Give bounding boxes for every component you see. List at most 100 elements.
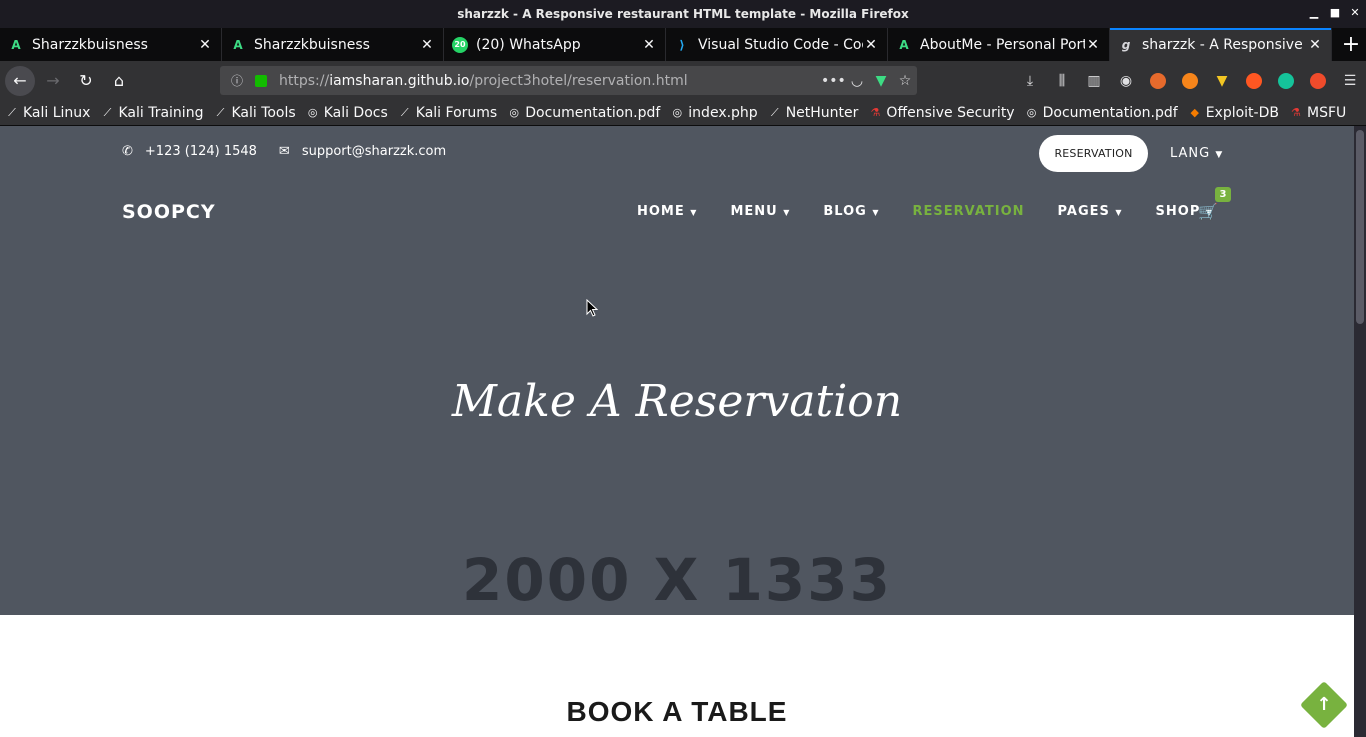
- window-title: sharzzk - A Responsive restaurant HTML t…: [457, 7, 909, 21]
- envelope-icon: ✉: [278, 144, 290, 159]
- library-icon[interactable]: ⫼: [1046, 73, 1078, 89]
- menu-icon[interactable]: ☰: [1334, 73, 1366, 89]
- caret-down-icon: ▼: [1115, 208, 1123, 217]
- globe-icon: ◎: [307, 106, 318, 119]
- extension-icon[interactable]: [1302, 72, 1334, 89]
- phone-icon: ✆: [122, 144, 133, 159]
- nav-item-reservation[interactable]: RESERVATION: [913, 204, 1025, 219]
- main-nav: HOME ▼ MENU ▼ BLOG ▼ RESERVATION PAGES ▼…: [637, 204, 1246, 219]
- android-studio-icon: A: [11, 37, 21, 52]
- tab-whatsapp[interactable]: 20 (20) WhatsApp ✕: [444, 28, 666, 61]
- offsec-icon: ⚗: [870, 106, 881, 119]
- caret-down-icon: ▼: [690, 208, 698, 217]
- kali-icon: ⟋: [400, 105, 409, 119]
- account-icon[interactable]: ◉: [1110, 73, 1142, 89]
- kali-icon: ⟋: [103, 105, 112, 119]
- bookmark-item[interactable]: ⚗ Offensive Security: [863, 105, 1019, 121]
- contact-info: ✆ +123 (124) 1548 ✉ support@sharzzk.com: [122, 144, 446, 159]
- window-titlebar: sharzzk - A Responsive restaurant HTML t…: [0, 0, 1366, 28]
- bookmark-item[interactable]: ◎ Documentation.pdf: [502, 105, 665, 121]
- bookmark-item[interactable]: ◎ Documentation.pdf: [1020, 105, 1183, 121]
- grammarly-icon[interactable]: [1270, 72, 1302, 89]
- home-button[interactable]: ⌂: [104, 66, 134, 96]
- bookmark-item[interactable]: ⚗ MSFU: [1284, 105, 1351, 121]
- tab-label: AboutMe - Personal Port: [920, 36, 1085, 53]
- whatsapp-icon: 20: [452, 36, 468, 53]
- hero-section: ✆ +123 (124) 1548 ✉ support@sharzzk.com …: [0, 126, 1354, 615]
- caret-down-icon: ▼: [783, 208, 791, 217]
- bookmark-item[interactable]: ⟋ Kali Tools: [208, 105, 300, 121]
- vscode-icon: ⟩: [679, 37, 685, 52]
- scroll-to-top-button[interactable]: ↑: [1299, 680, 1349, 730]
- url-text[interactable]: https://iamsharan.github.io/project3hote…: [279, 73, 821, 89]
- nav-item-pages[interactable]: PAGES ▼: [1058, 204, 1123, 219]
- sidebar-icon[interactable]: ▥: [1078, 73, 1110, 89]
- exploitdb-icon: ◆: [1190, 106, 1199, 119]
- forward-button[interactable]: →: [38, 66, 68, 96]
- bookmark-item[interactable]: ⟋ NetHunter: [763, 105, 864, 121]
- mouse-cursor-icon: [586, 299, 598, 317]
- close-icon[interactable]: ✕: [419, 37, 435, 53]
- phone-number: +123 (124) 1548: [144, 144, 257, 159]
- bookmark-item[interactable]: ⟋ Kali Forums: [393, 105, 502, 121]
- tab-sharzzkbuisness-2[interactable]: A Sharzzkbuisness ✕: [222, 28, 444, 61]
- back-button[interactable]: ←: [5, 65, 35, 96]
- caret-down-icon: ▼: [1215, 150, 1224, 160]
- bookmark-item[interactable]: ◎ index.php: [665, 105, 762, 121]
- site-logo[interactable]: SOOPCY: [122, 201, 216, 223]
- tab-aboutme[interactable]: A AboutMe - Personal Port ✕: [888, 28, 1110, 61]
- close-icon[interactable]: ✕: [863, 37, 879, 53]
- metamask-icon[interactable]: [1174, 72, 1206, 89]
- tab-label: (20) WhatsApp: [476, 36, 581, 53]
- reload-button[interactable]: ↻: [71, 66, 101, 96]
- tab-label: sharzzk - A Responsive r: [1142, 36, 1307, 53]
- nav-item-menu[interactable]: MENU ▼: [730, 204, 790, 219]
- new-tab-button[interactable]: +: [1336, 28, 1366, 61]
- reservation-button[interactable]: RESERVATION: [1039, 135, 1148, 172]
- kali-icon: ⟋: [216, 105, 225, 119]
- extension-icon[interactable]: [1142, 72, 1174, 89]
- tab-sharzzk[interactable]: g sharzzk - A Responsive r ✕: [1110, 28, 1332, 61]
- tab-sharzzkbuisness-1[interactable]: A Sharzzkbuisness ✕: [0, 28, 222, 61]
- kali-icon: ⟋: [770, 105, 779, 119]
- nav-item-blog[interactable]: BLOG ▼: [823, 204, 879, 219]
- bookmark-item[interactable]: ◆ Exploit-DB: [1183, 105, 1284, 121]
- page-viewport: ✆ +123 (124) 1548 ✉ support@sharzzk.com …: [0, 126, 1354, 737]
- close-icon[interactable]: ✕: [1307, 37, 1323, 53]
- tab-label: Visual Studio Code - Cod: [698, 36, 863, 53]
- bookmark-item[interactable]: ◎ Kali Docs: [301, 105, 393, 121]
- tab-label: Sharzzkbuisness: [32, 36, 148, 53]
- arrow-up-icon: ↑: [1316, 694, 1332, 715]
- caret-down-icon: ▼: [872, 208, 880, 217]
- filter-icon[interactable]: ▼: [1206, 73, 1238, 89]
- kali-icon: ⟋: [8, 105, 16, 119]
- close-icon[interactable]: ✕: [1085, 37, 1101, 53]
- cart-icon[interactable]: 🛒: [1198, 202, 1218, 221]
- bookmark-star-icon[interactable]: ☆: [893, 73, 917, 89]
- close-icon[interactable]: ✕: [197, 37, 213, 53]
- bookmark-item[interactable]: ⟋ Kali Linux: [0, 105, 95, 121]
- image-placeholder-text: 2000 X 1333: [462, 546, 892, 614]
- minimize-icon[interactable]: ▁: [1307, 6, 1321, 20]
- hero-title: Make A Reservation: [451, 376, 903, 427]
- lock-icon[interactable]: [255, 74, 267, 87]
- globe-icon: ◎: [1026, 106, 1037, 119]
- download-icon[interactable]: ⤓: [1014, 73, 1046, 89]
- maximize-icon[interactable]: ■: [1328, 6, 1342, 20]
- url-bar[interactable]: ⓘ https://iamsharan.github.io/project3ho…: [220, 66, 917, 95]
- close-icon[interactable]: ✕: [1348, 6, 1362, 20]
- extension-icon[interactable]: ▼: [869, 73, 893, 89]
- nav-item-home[interactable]: HOME ▼: [637, 204, 697, 219]
- extension-icon[interactable]: [1238, 72, 1270, 89]
- android-studio-icon: A: [899, 37, 909, 52]
- scrollbar-thumb[interactable]: [1356, 130, 1364, 324]
- bookmark-item[interactable]: ⟋ Kali Training: [95, 105, 208, 121]
- site-icon: g: [1121, 37, 1131, 52]
- tab-vscode[interactable]: ⟩ Visual Studio Code - Cod ✕: [666, 28, 888, 61]
- close-icon[interactable]: ✕: [641, 37, 657, 53]
- info-icon[interactable]: ⓘ: [229, 72, 245, 89]
- tab-label: Sharzzkbuisness: [254, 36, 370, 53]
- lang-dropdown[interactable]: LANG ▼: [1170, 146, 1223, 161]
- pocket-icon[interactable]: ◡: [845, 73, 869, 89]
- page-actions-button[interactable]: •••: [821, 73, 846, 89]
